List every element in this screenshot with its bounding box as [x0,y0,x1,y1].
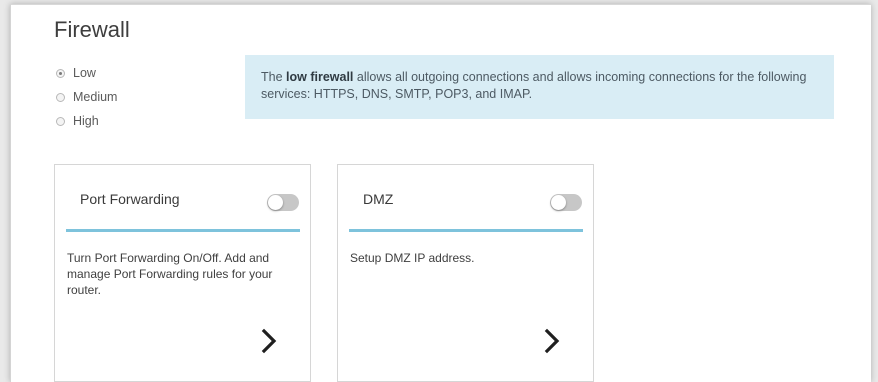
info-text-bold: low firewall [286,70,354,84]
radio-high-indicator[interactable] [56,116,65,126]
radio-medium-label: Medium [73,90,118,104]
port-forwarding-card[interactable]: Port Forwarding Turn Port Forwarding On/… [54,164,311,382]
radio-low-label: Low [73,66,96,80]
firewall-info-box: The low firewall allows all outgoing con… [245,55,834,119]
info-text-prefix: The [261,70,287,84]
port-forwarding-toggle[interactable] [267,194,299,211]
radio-medium[interactable]: Medium [56,90,117,104]
radio-high[interactable]: High [56,114,99,128]
dmz-divider [349,229,583,232]
chevron-right-icon[interactable] [255,327,283,355]
port-forwarding-toggle-knob [268,195,283,210]
dmz-toggle[interactable] [550,194,582,211]
radio-low-indicator[interactable] [56,68,65,78]
radio-medium-indicator[interactable] [56,92,65,102]
firewall-panel: Firewall Low Medium High The low firewal… [10,4,871,382]
radio-low[interactable]: Low [56,66,96,80]
dmz-card[interactable]: DMZ Setup DMZ IP address. [337,164,594,382]
radio-high-label: High [73,114,99,128]
dmz-description: Setup DMZ IP address. [350,251,475,265]
chevron-right-icon[interactable] [538,327,566,355]
port-forwarding-divider [66,229,300,232]
dmz-title: DMZ [363,191,394,207]
dmz-toggle-knob [551,195,566,210]
page-title: Firewall [54,17,130,42]
port-forwarding-description: Turn Port Forwarding On/Off. Add and man… [67,251,273,297]
port-forwarding-title: Port Forwarding [80,191,180,207]
